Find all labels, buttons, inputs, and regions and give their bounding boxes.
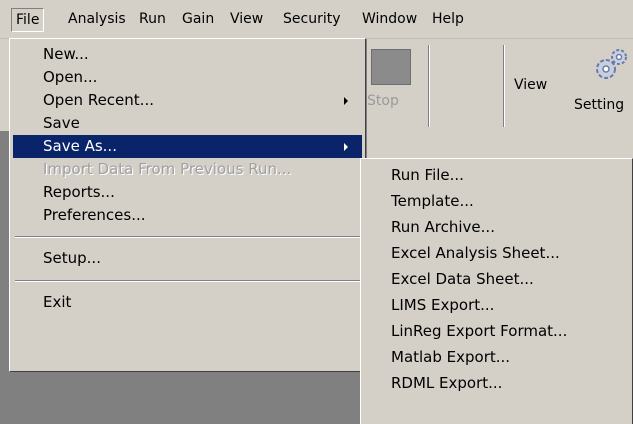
submenu-item-excel-data-sheet[interactable]: Excel Data Sheet... <box>364 267 629 291</box>
menu-item-label: Save <box>43 114 80 132</box>
menu-security[interactable]: Security <box>283 8 341 32</box>
menu-item-save-as[interactable]: Save As... <box>13 135 362 158</box>
toolbar-separator <box>503 45 505 127</box>
stop-label: Stop <box>367 93 399 109</box>
menu-separator <box>15 280 360 282</box>
menu-window[interactable]: Window <box>362 8 417 32</box>
menu-analysis[interactable]: Analysis <box>68 8 126 32</box>
menu-item-label: Import Data From Previous Run... <box>43 160 292 178</box>
menu-file[interactable]: File <box>11 8 45 32</box>
menu-item-setup[interactable]: Setup... <box>13 247 362 270</box>
toolbar-separator <box>428 45 430 127</box>
menu-item-preferences[interactable]: Preferences... <box>13 204 362 227</box>
submenu-item-run-file[interactable]: Run File... <box>364 163 629 187</box>
workspace-panel <box>360 131 633 158</box>
gear-icon[interactable] <box>590 45 630 85</box>
submenu-item-excel-analysis-sheet[interactable]: Excel Analysis Sheet... <box>364 241 629 265</box>
menu-item-label: Save As... <box>43 137 117 155</box>
submenu-item-lims-export[interactable]: LIMS Export... <box>364 293 629 317</box>
menu-item-label: Preferences... <box>43 206 146 224</box>
menu-separator <box>15 236 360 238</box>
view-button[interactable]: View <box>514 77 547 93</box>
menu-item-label: Reports... <box>43 183 115 201</box>
submenu-item-linreg-export-format[interactable]: LinReg Export Format... <box>364 319 629 343</box>
menu-item-label: Exit <box>43 293 72 311</box>
file-menu-dropdown: New... Open... Open Recent... Save Save … <box>9 38 366 372</box>
menu-item-label: Open... <box>43 68 98 86</box>
stop-icon <box>371 49 411 85</box>
stop-button[interactable]: Stop <box>365 45 429 125</box>
menu-item-exit[interactable]: Exit <box>13 291 362 314</box>
menu-item-label: New... <box>43 45 89 63</box>
menu-gain[interactable]: Gain <box>182 8 214 32</box>
menu-item-label: Setup... <box>43 249 101 267</box>
menu-item-new[interactable]: New... <box>13 43 362 66</box>
submenu-arrow-icon <box>344 97 348 105</box>
settings-button[interactable]: Setting <box>574 97 624 113</box>
menu-bar: File Analysis Run Gain View Security Win… <box>0 0 633 39</box>
menu-item-open-recent[interactable]: Open Recent... <box>13 89 362 112</box>
menu-item-label: Open Recent... <box>43 91 154 109</box>
menu-run[interactable]: Run <box>139 8 166 32</box>
menu-help[interactable]: Help <box>432 8 464 32</box>
submenu-item-rdml-export[interactable]: RDML Export... <box>364 371 629 395</box>
menu-item-open[interactable]: Open... <box>13 66 362 89</box>
submenu-item-matlab-export[interactable]: Matlab Export... <box>364 345 629 369</box>
menu-view[interactable]: View <box>230 8 263 32</box>
submenu-arrow-icon <box>344 143 348 151</box>
menu-item-import-data: Import Data From Previous Run... <box>13 158 362 181</box>
save-as-submenu: Run File... Template... Run Archive... E… <box>360 158 633 424</box>
submenu-item-run-archive[interactable]: Run Archive... <box>364 215 629 239</box>
menu-item-save[interactable]: Save <box>13 112 362 135</box>
submenu-item-template[interactable]: Template... <box>364 189 629 213</box>
menu-item-reports[interactable]: Reports... <box>13 181 362 204</box>
